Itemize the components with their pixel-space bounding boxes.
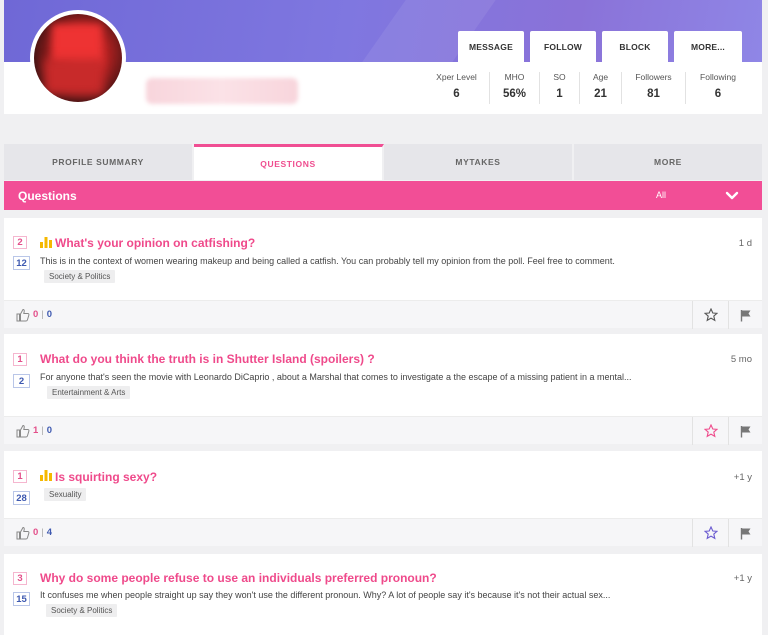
tab-mytakes[interactable]: MYTAKES	[384, 144, 574, 180]
vote-count: 1	[13, 353, 27, 366]
more-button[interactable]: MORE...	[674, 31, 742, 62]
question-tag[interactable]: Society & Politics	[44, 270, 116, 283]
questions-bar-title: Questions	[18, 188, 77, 203]
answer-count[interactable]: 2	[13, 374, 30, 388]
report-button[interactable]	[728, 301, 762, 329]
question-votes: 0 | 4	[33, 527, 53, 538]
question-title[interactable]: Is squirting sexy?	[55, 470, 157, 484]
question-title[interactable]: What's your opinion on catfishing?	[55, 236, 255, 250]
question-time: 1 d	[738, 238, 752, 249]
thumbs-up-icon[interactable]	[16, 526, 30, 540]
question-card: 2 12 What's your opinion on catfishing? …	[4, 218, 762, 329]
question-card: 1 2 What do you think the truth is in Sh…	[4, 334, 762, 445]
question-tag[interactable]: Sexuality	[44, 488, 87, 501]
thumbs-up-icon[interactable]	[16, 424, 30, 438]
answer-count[interactable]: 15	[13, 592, 30, 606]
question-time: 5 mo	[730, 354, 752, 365]
question-time: +1 y	[733, 573, 752, 584]
question-tag[interactable]: Society & Politics	[46, 604, 118, 617]
stat-following[interactable]: Following 6	[686, 72, 750, 104]
tab-questions[interactable]: QUESTIONS	[194, 144, 384, 180]
chevron-down-icon[interactable]	[724, 187, 740, 203]
question-description[interactable]: This is in the context of women wearing …	[40, 256, 730, 266]
question-card: 3 15 Why do some people refuse to use an…	[4, 554, 762, 635]
stat-xper-level[interactable]: Xper Level 6	[424, 72, 490, 104]
question-description[interactable]: It confuses me when people straight up s…	[40, 590, 730, 600]
answer-count[interactable]: 12	[13, 256, 30, 270]
star-icon	[703, 424, 718, 438]
flag-icon	[740, 309, 750, 321]
vote-count: 3	[13, 572, 27, 585]
question-title[interactable]: What do you think the truth is in Shutte…	[40, 352, 375, 366]
stat-age: Age 21	[580, 72, 622, 104]
vote-count: 2	[13, 236, 27, 249]
question-card: 1 28 Is squirting sexy? +1 y Sexuality 0…	[4, 451, 762, 547]
avatar[interactable]	[34, 14, 122, 102]
answer-count[interactable]: 28	[13, 491, 30, 505]
profile-tabs: PROFILE SUMMARY QUESTIONS MYTAKES MORE	[4, 144, 762, 180]
star-icon	[703, 308, 718, 322]
question-description[interactable]: For anyone that's seen the movie with Le…	[40, 372, 730, 382]
profile-stats: Xper Level 6 MHO 56% SO 1 Age 21 Followe…	[424, 72, 750, 104]
favorite-button[interactable]	[692, 519, 728, 547]
stat-so[interactable]: SO 1	[540, 72, 580, 104]
flag-icon	[740, 527, 750, 539]
question-title[interactable]: Why do some people refuse to use an indi…	[40, 571, 437, 585]
questions-filter[interactable]: All	[656, 190, 666, 200]
question-votes: 1 | 0	[33, 425, 53, 436]
question-votes: 0 | 0	[33, 309, 53, 320]
favorite-button[interactable]	[692, 301, 728, 329]
block-button[interactable]: BLOCK	[602, 31, 668, 62]
tab-more[interactable]: MORE	[574, 144, 762, 180]
questions-bar: Questions All	[4, 181, 762, 210]
vote-count: 1	[13, 470, 27, 483]
message-button[interactable]: MESSAGE	[458, 31, 524, 62]
report-button[interactable]	[728, 417, 762, 445]
poll-icon	[40, 237, 52, 248]
flag-icon	[740, 425, 750, 437]
favorite-button[interactable]	[692, 417, 728, 445]
stat-mho[interactable]: MHO 56%	[490, 72, 540, 104]
tab-profile-summary[interactable]: PROFILE SUMMARY	[4, 144, 194, 180]
star-icon	[703, 526, 718, 540]
thumbs-up-icon[interactable]	[16, 308, 30, 322]
poll-icon	[40, 470, 52, 481]
question-time: +1 y	[733, 472, 752, 483]
stat-followers[interactable]: Followers 81	[622, 72, 686, 104]
profile-name-blurred	[146, 78, 298, 104]
follow-button[interactable]: FOLLOW	[530, 31, 596, 62]
question-tag[interactable]: Entertainment & Arts	[47, 386, 131, 399]
profile-actions: MESSAGE FOLLOW BLOCK MORE...	[458, 31, 742, 62]
report-button[interactable]	[728, 519, 762, 547]
